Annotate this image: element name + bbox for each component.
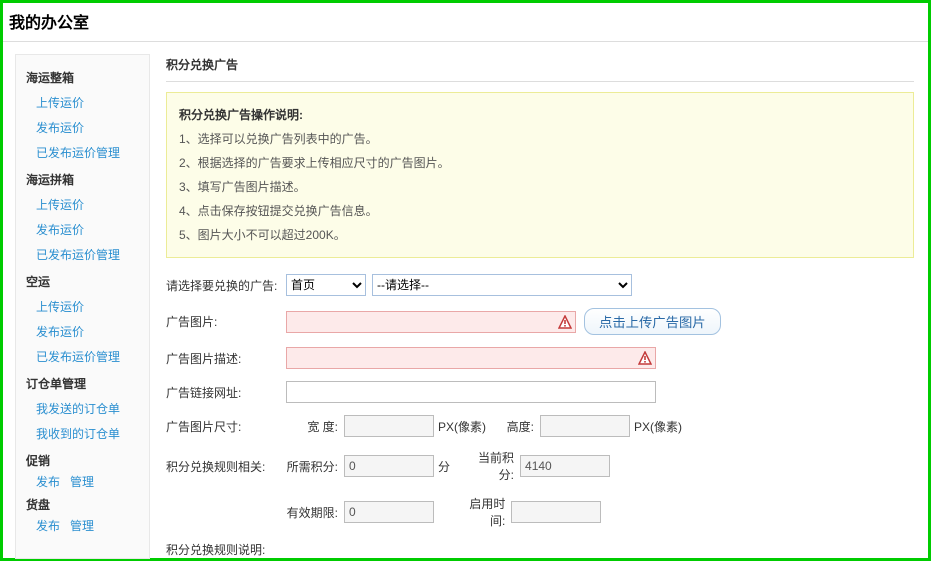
instruction-step-2: 2、根据选择的广告要求上传相应尺寸的广告图片。 [179,151,901,175]
enable-time-input[interactable] [511,501,601,523]
sidebar-item-promo-publish[interactable]: 发布 [36,473,60,490]
main-layout: 海运整箱 上传运价 发布运价 已发布运价管理 海运拼箱 上传运价 发布运价 已发… [3,42,928,559]
instruction-step-3: 3、填写广告图片描述。 [179,175,901,199]
instructions-box: 积分兑换广告操作说明: 1、选择可以兑换广告列表中的广告。 2、根据选择的广告要… [166,92,914,258]
ad-link-label: 广告链接网址: [166,384,286,401]
sidebar-item-publish-rate-1[interactable]: 发布运价 [26,217,149,242]
sidebar-group-ocean-fcl: 海运整箱 [26,63,149,90]
form-area: 请选择要兑换的广告: 首页 --请选择-- 广告图片: 点击上传广告图片 广告图… [166,274,914,559]
width-input[interactable] [344,415,434,437]
ad-desc-field[interactable] [286,347,656,369]
instruction-step-1: 1、选择可以兑换广告列表中的广告。 [179,127,901,151]
page-title: 我的办公室 [3,3,928,42]
current-points-label: 当前积分: [464,449,520,483]
height-input[interactable] [540,415,630,437]
warning-icon [638,351,652,368]
sidebar-item-manage-published-0[interactable]: 已发布运价管理 [26,140,149,165]
sidebar-group-booking: 订仓单管理 [26,369,149,396]
sidebar-item-upload-rate-0[interactable]: 上传运价 [26,90,149,115]
expire-label: 有效期限: [286,504,344,521]
sidebar-group-ocean-lcl: 海运拼箱 [26,165,149,192]
ad-image-field[interactable] [286,311,576,333]
ad-image-label: 广告图片: [166,313,286,330]
sidebar-item-cargo-manage[interactable]: 管理 [70,517,94,534]
instruction-step-4: 4、点击保存按钮提交兑换广告信息。 [179,199,901,223]
sidebar-group-cargo: 货盘 [26,490,149,517]
spacer [438,505,441,519]
ad-desc-label: 广告图片描述: [166,350,286,367]
sidebar-item-promo-manage[interactable]: 管理 [70,473,94,490]
instruction-step-5: 5、图片大小不可以超过200K。 [179,223,901,247]
sidebar-item-publish-rate-2[interactable]: 发布运价 [26,319,149,344]
sidebar-item-manage-published-1[interactable]: 已发布运价管理 [26,242,149,267]
upload-image-button[interactable]: 点击上传广告图片 [584,308,721,335]
fen-unit: 分 [438,458,450,475]
ad-item-select[interactable]: --请选择-- [372,274,632,296]
section-title: 积分兑换广告 [166,56,914,82]
px-unit-1: PX(像素) [438,418,486,435]
expire-input[interactable] [344,501,434,523]
sidebar-item-publish-rate-0[interactable]: 发布运价 [26,115,149,140]
instructions-title: 积分兑换广告操作说明: [179,103,901,127]
main-content: 积分兑换广告 积分兑换广告操作说明: 1、选择可以兑换广告列表中的广告。 2、根… [150,42,928,559]
needed-points-input[interactable] [344,455,434,477]
select-ad-label: 请选择要兑换的广告: [166,277,286,294]
sidebar-item-manage-published-2[interactable]: 已发布运价管理 [26,344,149,369]
height-label: 高度: [500,418,540,435]
sidebar-item-upload-rate-2[interactable]: 上传运价 [26,294,149,319]
warning-icon [558,315,572,332]
sidebar-item-upload-rate-1[interactable]: 上传运价 [26,192,149,217]
rule-label: 积分兑换规则相关: [166,458,286,475]
sidebar-item-sent-bookings[interactable]: 我发送的订仓单 [26,396,149,421]
current-points-input[interactable] [520,455,610,477]
ad-link-input[interactable] [286,381,656,403]
sidebar: 海运整箱 上传运价 发布运价 已发布运价管理 海运拼箱 上传运价 发布运价 已发… [15,54,150,559]
sidebar-item-cargo-publish[interactable]: 发布 [36,517,60,534]
needed-points-label: 所需积分: [286,458,344,475]
px-unit-2: PX(像素) [634,418,682,435]
sidebar-group-air: 空运 [26,267,149,294]
enable-time-label: 启用时间: [455,495,511,529]
rule-desc-label: 积分兑换规则说明: [166,541,286,558]
width-label: 宽 度: [286,418,344,435]
sidebar-group-promotion: 促销 [26,446,149,473]
ad-category-select[interactable]: 首页 [286,274,366,296]
ad-size-label: 广告图片尺寸: [166,418,286,435]
sidebar-item-received-bookings[interactable]: 我收到的订仓单 [26,421,149,446]
